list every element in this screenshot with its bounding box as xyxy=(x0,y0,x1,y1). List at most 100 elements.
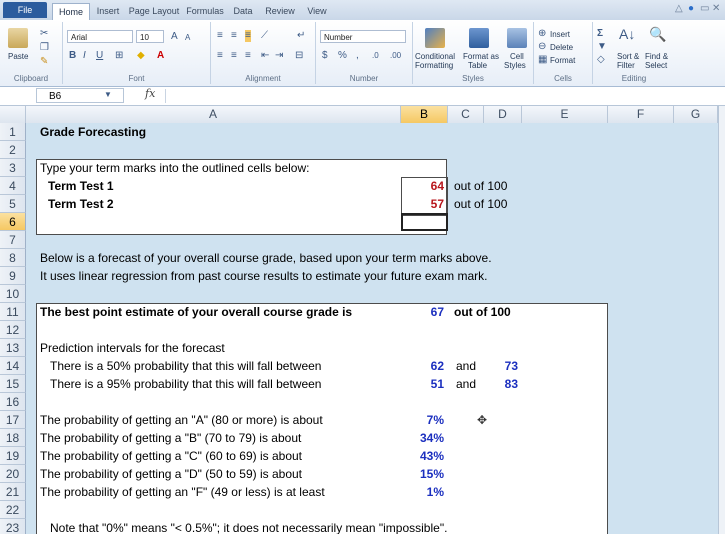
pi50-label[interactable]: There is a 50% probability that this wil… xyxy=(50,357,321,375)
row-header[interactable]: 16 xyxy=(0,393,26,411)
tab-page-layout[interactable]: Page Layout xyxy=(128,3,180,20)
vertical-scrollbar[interactable] xyxy=(718,106,725,534)
instruction-text[interactable]: Type your term marks into the outlined c… xyxy=(40,159,309,177)
row-header[interactable]: 7 xyxy=(0,231,26,249)
copy-icon[interactable]: ❐ xyxy=(40,42,49,54)
estimate-value[interactable]: 67 xyxy=(401,303,444,321)
borders-icon[interactable]: ⊞ xyxy=(115,50,123,62)
prob-b-value[interactable]: 34% xyxy=(401,429,444,447)
prob-a-label[interactable]: The probability of getting an "A" (80 or… xyxy=(40,411,323,429)
row-header[interactable]: 11 xyxy=(0,303,26,321)
restore-icon[interactable]: ▭ xyxy=(700,3,709,14)
decrease-indent-icon[interactable]: ⇤ xyxy=(261,50,269,62)
format-label[interactable]: Format xyxy=(550,56,575,65)
row-header[interactable]: 21 xyxy=(0,483,26,501)
active-cell-b6[interactable] xyxy=(401,213,448,231)
term-test-1-label[interactable]: Term Test 1 xyxy=(48,177,114,195)
align-middle-icon[interactable]: ≡ xyxy=(231,30,237,42)
row-header-selected[interactable]: 6 xyxy=(0,213,26,231)
row-header[interactable]: 14 xyxy=(0,357,26,375)
tab-insert[interactable]: Insert xyxy=(92,3,124,20)
cell-styles-icon[interactable] xyxy=(507,28,527,48)
column-header-a[interactable]: A xyxy=(26,106,401,123)
row-header[interactable]: 3 xyxy=(0,159,26,177)
estimate-label[interactable]: The best point estimate of your overall … xyxy=(40,303,352,321)
format-painter-icon[interactable]: ✎ xyxy=(40,56,48,68)
row-header[interactable]: 8 xyxy=(0,249,26,267)
tab-home[interactable]: Home xyxy=(52,3,90,21)
delete-label[interactable]: Delete xyxy=(550,43,573,52)
format-cells-icon[interactable]: ▦ xyxy=(538,54,547,66)
term-test-1-outof[interactable]: out of 100 xyxy=(454,177,507,195)
clear-icon[interactable]: ◇ xyxy=(597,54,605,66)
prob-b-label[interactable]: The probability of getting a "B" (70 to … xyxy=(40,429,301,447)
underline-icon[interactable]: U xyxy=(96,50,103,62)
decrease-decimal-icon[interactable]: .00 xyxy=(390,50,401,62)
row-header[interactable]: 19 xyxy=(0,447,26,465)
format-as-table-icon[interactable] xyxy=(469,28,489,48)
term-test-2-input[interactable]: 57 xyxy=(401,195,444,213)
align-bottom-icon[interactable]: ≡ xyxy=(245,30,251,42)
insert-cells-icon[interactable]: ⊕ xyxy=(538,28,546,40)
align-top-icon[interactable]: ≡ xyxy=(217,30,223,42)
tab-review[interactable]: Review xyxy=(262,3,298,20)
term-test-1-input[interactable]: 64 xyxy=(401,177,444,195)
row-header[interactable]: 18 xyxy=(0,429,26,447)
prob-a-value[interactable]: 7% xyxy=(401,411,444,429)
percent-icon[interactable]: % xyxy=(338,50,347,62)
row-header[interactable]: 17 xyxy=(0,411,26,429)
row-header[interactable]: 1 xyxy=(0,123,26,141)
row-header[interactable]: 10 xyxy=(0,285,26,303)
minimize-ribbon-icon[interactable]: △ xyxy=(675,3,683,14)
column-header-f[interactable]: F xyxy=(608,106,674,123)
table-label[interactable]: Table xyxy=(468,61,487,70)
format-as-label[interactable]: Format as xyxy=(463,52,499,61)
grow-font-icon[interactable]: A xyxy=(171,31,178,43)
sort-filter-icon[interactable]: A↓ xyxy=(619,27,635,41)
row-header[interactable]: 2 xyxy=(0,141,26,159)
pi50-low[interactable]: 62 xyxy=(401,357,444,375)
conditional-formatting-icon[interactable] xyxy=(425,28,445,48)
styles-button-label[interactable]: Styles xyxy=(504,61,526,70)
pi95-label[interactable]: There is a 95% probability that this wil… xyxy=(50,375,321,393)
worksheet-grid[interactable]: 1 2 3 4 5 6 7 8 9 10 11 12 13 14 15 16 1… xyxy=(0,123,718,534)
currency-icon[interactable]: $ xyxy=(322,50,328,62)
prob-c-value[interactable]: 43% xyxy=(401,447,444,465)
orientation-icon[interactable]: ⟋ xyxy=(261,30,268,42)
filter-label[interactable]: Filter xyxy=(617,61,635,70)
tab-formulas[interactable]: Formulas xyxy=(185,3,225,20)
prob-c-label[interactable]: The probability of getting a "C" (60 to … xyxy=(40,447,302,465)
column-header-d[interactable]: D xyxy=(484,106,522,123)
tab-data[interactable]: Data xyxy=(229,3,257,20)
close-icon[interactable]: ✕ xyxy=(712,3,720,14)
column-header-e[interactable]: E xyxy=(522,106,608,123)
shrink-font-icon[interactable]: A xyxy=(185,32,190,44)
autosum-icon[interactable]: Σ xyxy=(597,28,603,40)
pi95-low[interactable]: 51 xyxy=(401,375,444,393)
insert-label[interactable]: Insert xyxy=(550,30,570,39)
font-name-combo[interactable]: Arial xyxy=(67,30,133,43)
prob-f-label[interactable]: The probability of getting an "F" (49 or… xyxy=(40,483,325,501)
paste-label[interactable]: Paste xyxy=(8,52,28,61)
conditional-label[interactable]: Conditional xyxy=(415,52,455,61)
forecast-description-line2[interactable]: It uses linear regression from past cour… xyxy=(40,267,488,285)
increase-decimal-icon[interactable]: .0 xyxy=(372,50,379,62)
row-header[interactable]: 4 xyxy=(0,177,26,195)
paste-icon[interactable] xyxy=(8,28,28,48)
align-center-icon[interactable]: ≡ xyxy=(231,50,237,62)
wrap-text-icon[interactable]: ↵ xyxy=(297,30,305,42)
term-test-2-label[interactable]: Term Test 2 xyxy=(48,195,114,213)
number-format-combo[interactable]: Number xyxy=(320,30,406,43)
row-header[interactable]: 12 xyxy=(0,321,26,339)
tab-view[interactable]: View xyxy=(303,3,331,20)
align-right-icon[interactable]: ≡ xyxy=(245,50,251,62)
row-header[interactable]: 20 xyxy=(0,465,26,483)
sort-label[interactable]: Sort & xyxy=(617,52,639,61)
formula-input[interactable] xyxy=(165,89,711,103)
row-header[interactable]: 9 xyxy=(0,267,26,285)
row-header[interactable]: 23 xyxy=(0,519,26,534)
comma-icon[interactable]: , xyxy=(356,50,359,62)
column-header-g[interactable]: G xyxy=(674,106,718,123)
row-header[interactable]: 5 xyxy=(0,195,26,213)
estimate-outof[interactable]: out of 100 xyxy=(454,303,511,321)
